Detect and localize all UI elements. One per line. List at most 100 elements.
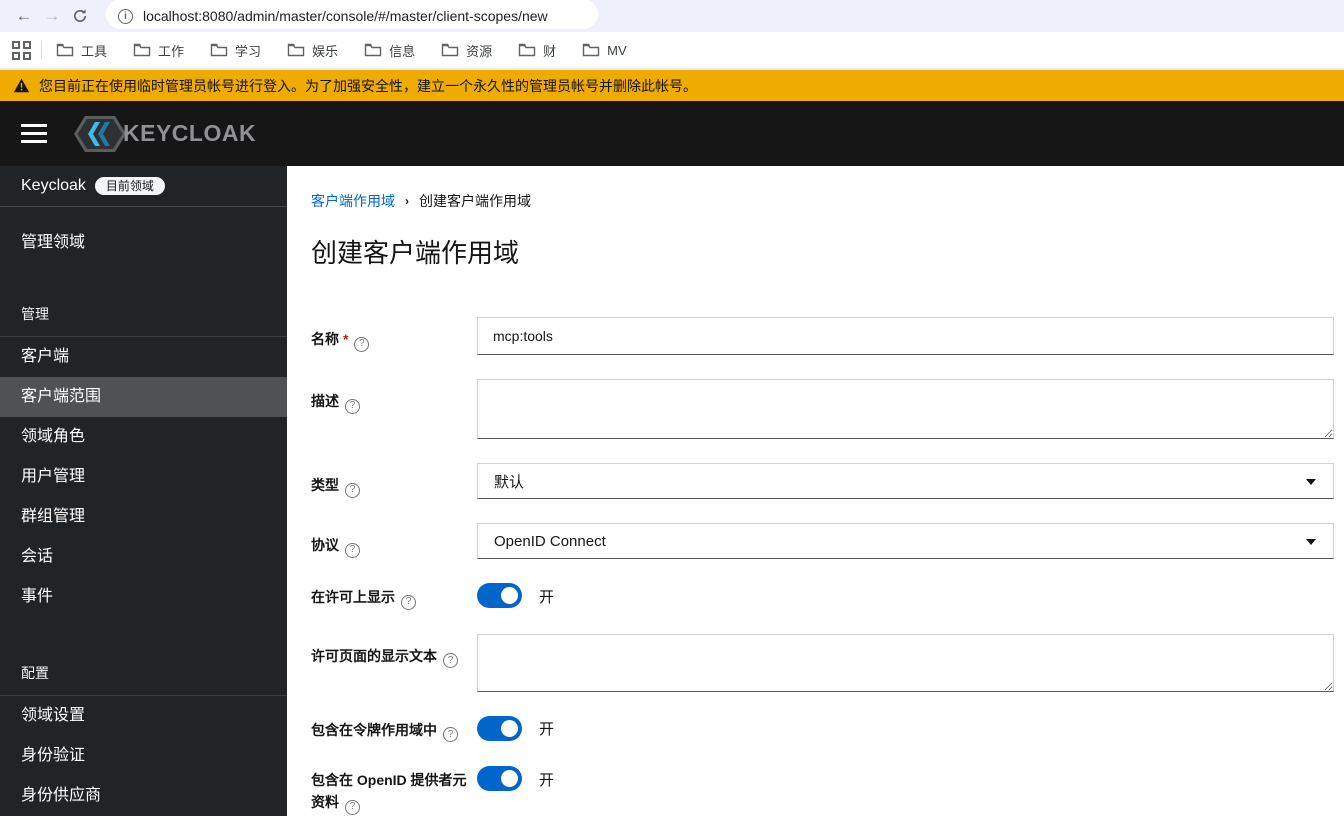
bookmark-folder-entertainment[interactable]: 娱乐 [287, 41, 338, 60]
sidebar-item-clients[interactable]: 客户端 [0, 337, 287, 377]
display-on-consent-help-icon[interactable]: ? [401, 594, 416, 610]
folder-icon [364, 43, 382, 57]
form-row-include-oidc-metadata: 包含在 OpenID 提供者元资料? 开 [311, 766, 1334, 815]
bookmark-folder-mv[interactable]: MV [582, 43, 627, 58]
protocol-help-icon[interactable]: ? [345, 542, 360, 558]
grid-square [23, 40, 31, 49]
form-row-description: 描述? [311, 379, 1334, 439]
type-label: 类型? [311, 463, 477, 498]
warning-banner: 您目前正在使用临时管理员帐号进行登入。为了加强安全性，建立一个永久性的管理员帐号… [0, 70, 1344, 101]
form-row-protocol: 协议? OpenID Connect [311, 523, 1334, 559]
bookmark-folder-info[interactable]: 信息 [364, 41, 415, 60]
sidebar-item-manage-realms[interactable]: 管理领域 [0, 207, 287, 252]
form-row-name: 名称 *? [311, 317, 1334, 355]
consent-text-help-icon[interactable]: ? [443, 653, 458, 668]
include-oidc-metadata-label: 包含在 OpenID 提供者元资料? [311, 766, 477, 815]
bookmark-label: 学习 [235, 43, 262, 59]
banner-text: 您目前正在使用临时管理员帐号进行登入。为了加强安全性，建立一个永久性的管理员帐号… [39, 77, 697, 94]
toggle-state-label: 开 [539, 771, 555, 789]
sidebar-item-client-scopes[interactable]: 客户端范围 [0, 377, 287, 417]
realm-selector[interactable]: Keycloak 目前领域 [0, 166, 287, 207]
sidebar-item-sessions[interactable]: 会话 [0, 537, 287, 577]
display-on-consent-label-text: 在许可上显示 [311, 589, 395, 605]
keycloak-logo[interactable]: KEYCLOAK [69, 113, 256, 155]
bookmarks-divider [41, 41, 42, 59]
url-bar[interactable]: i localhost:8080/admin/master/console/#/… [106, 0, 598, 29]
type-help-icon[interactable]: ? [345, 482, 360, 498]
browser-back-icon[interactable]: ← [10, 2, 38, 30]
required-asterisk: * [343, 331, 349, 347]
bookmark-label: 工具 [81, 43, 108, 59]
description-help-icon[interactable]: ? [345, 398, 360, 414]
apps-grid-icon[interactable] [12, 40, 31, 60]
browser-refresh-icon[interactable] [66, 2, 94, 30]
include-oidc-metadata-toggle[interactable] [477, 766, 522, 791]
sidebar-item-users[interactable]: 用户管理 [0, 457, 287, 497]
bookmark-folder-tools[interactable]: 工具 [56, 41, 107, 60]
description-label: 描述? [311, 379, 477, 414]
chevron-down-icon [1306, 539, 1316, 545]
bookmark-label: MV [607, 42, 627, 58]
folder-icon [582, 43, 600, 57]
form-row-include-token-scope: 包含在令牌作用域中? 开 [311, 715, 1334, 742]
bookmark-folder-finance[interactable]: 财 [518, 41, 556, 60]
type-select[interactable]: 默认 [477, 463, 1334, 499]
folder-icon [56, 43, 74, 57]
type-select-value: 默认 [494, 473, 525, 491]
bookmark-label: 信息 [389, 43, 416, 59]
browser-forward-icon[interactable]: → [38, 2, 66, 30]
realm-name: Keycloak [21, 177, 86, 194]
app-header: KEYCLOAK [0, 101, 1344, 166]
description-textarea[interactable] [477, 379, 1334, 439]
sidebar-item-authentication[interactable]: 身份验证 [0, 736, 287, 776]
toggle-state-label: 开 [539, 721, 555, 738]
name-help-icon[interactable]: ? [354, 336, 370, 352]
chevron-down-icon [1306, 479, 1316, 485]
bookmark-folder-work[interactable]: 工作 [133, 41, 184, 60]
main-content: 客户端作用域 › 创建客户端作用域 创建客户端作用域 名称*? 描述? 类型? [287, 166, 1344, 816]
breadcrumb-link-client-scopes[interactable]: 客户端作用域 [311, 191, 395, 211]
warning-triangle-icon [13, 78, 30, 93]
name-input[interactable] [477, 317, 1334, 355]
sidebar-item-realm-settings[interactable]: 领域设置 [0, 696, 287, 736]
bookmark-folder-study[interactable]: 学习 [210, 41, 261, 60]
url-text: localhost:8080/admin/master/console/#/ma… [143, 8, 548, 24]
folder-icon [518, 43, 536, 57]
chevron-right-icon: › [405, 194, 409, 208]
nav-section-configure: 配置 [0, 663, 287, 696]
sidebar-item-identity-providers[interactable]: 身份供应商 [0, 776, 287, 816]
folder-icon [441, 43, 459, 57]
bookmark-label: 工作 [158, 43, 185, 59]
bookmark-label: 资源 [466, 43, 493, 59]
page-info-icon[interactable]: i [118, 8, 133, 24]
sidebar: Keycloak 目前领域 管理领域 管理 客户端 客户端范围 领域角色 用户管… [0, 166, 287, 816]
bookmark-folder-resources[interactable]: 资源 [441, 41, 492, 60]
sidebar-item-events[interactable]: 事件 [0, 577, 287, 617]
display-on-consent-toggle[interactable] [477, 583, 522, 608]
nav-section-manage: 管理 [0, 304, 287, 337]
toggle-knob [501, 770, 518, 787]
sidebar-item-realm-roles[interactable]: 领域角色 [0, 417, 287, 457]
protocol-label-text: 协议 [311, 537, 339, 553]
consent-text-textarea[interactable] [477, 633, 1334, 692]
grid-square [12, 40, 20, 49]
include-token-scope-toggle[interactable] [477, 715, 522, 741]
keycloak-logo-icon [74, 115, 126, 152]
page-title: 创建客户端作用域 [311, 238, 520, 268]
protocol-select-value: OpenID Connect [494, 532, 606, 550]
name-label: 名称 *? [311, 317, 477, 352]
bookmark-label: 娱乐 [312, 43, 339, 59]
sidebar-item-groups[interactable]: 群组管理 [0, 497, 287, 537]
include-token-scope-help-icon[interactable]: ? [443, 727, 458, 742]
keycloak-logo-text: KEYCLOAK [123, 120, 257, 146]
breadcrumb: 客户端作用域 › 创建客户端作用域 [311, 191, 1334, 211]
toggle-state-label: 开 [539, 588, 555, 606]
include-oidc-metadata-label-text: 包含在 OpenID 提供者元资料 [311, 772, 467, 810]
protocol-select[interactable]: OpenID Connect [477, 523, 1334, 559]
create-client-scope-form: 名称*? 描述? 类型? 默认 [311, 317, 1334, 815]
breadcrumb-current: 创建客户端作用域 [419, 193, 531, 209]
toggle-knob [501, 719, 518, 737]
include-token-scope-label: 包含在令牌作用域中? [311, 716, 477, 742]
include-oidc-metadata-help-icon[interactable]: ? [345, 799, 360, 815]
hamburger-menu-icon[interactable] [21, 119, 47, 148]
